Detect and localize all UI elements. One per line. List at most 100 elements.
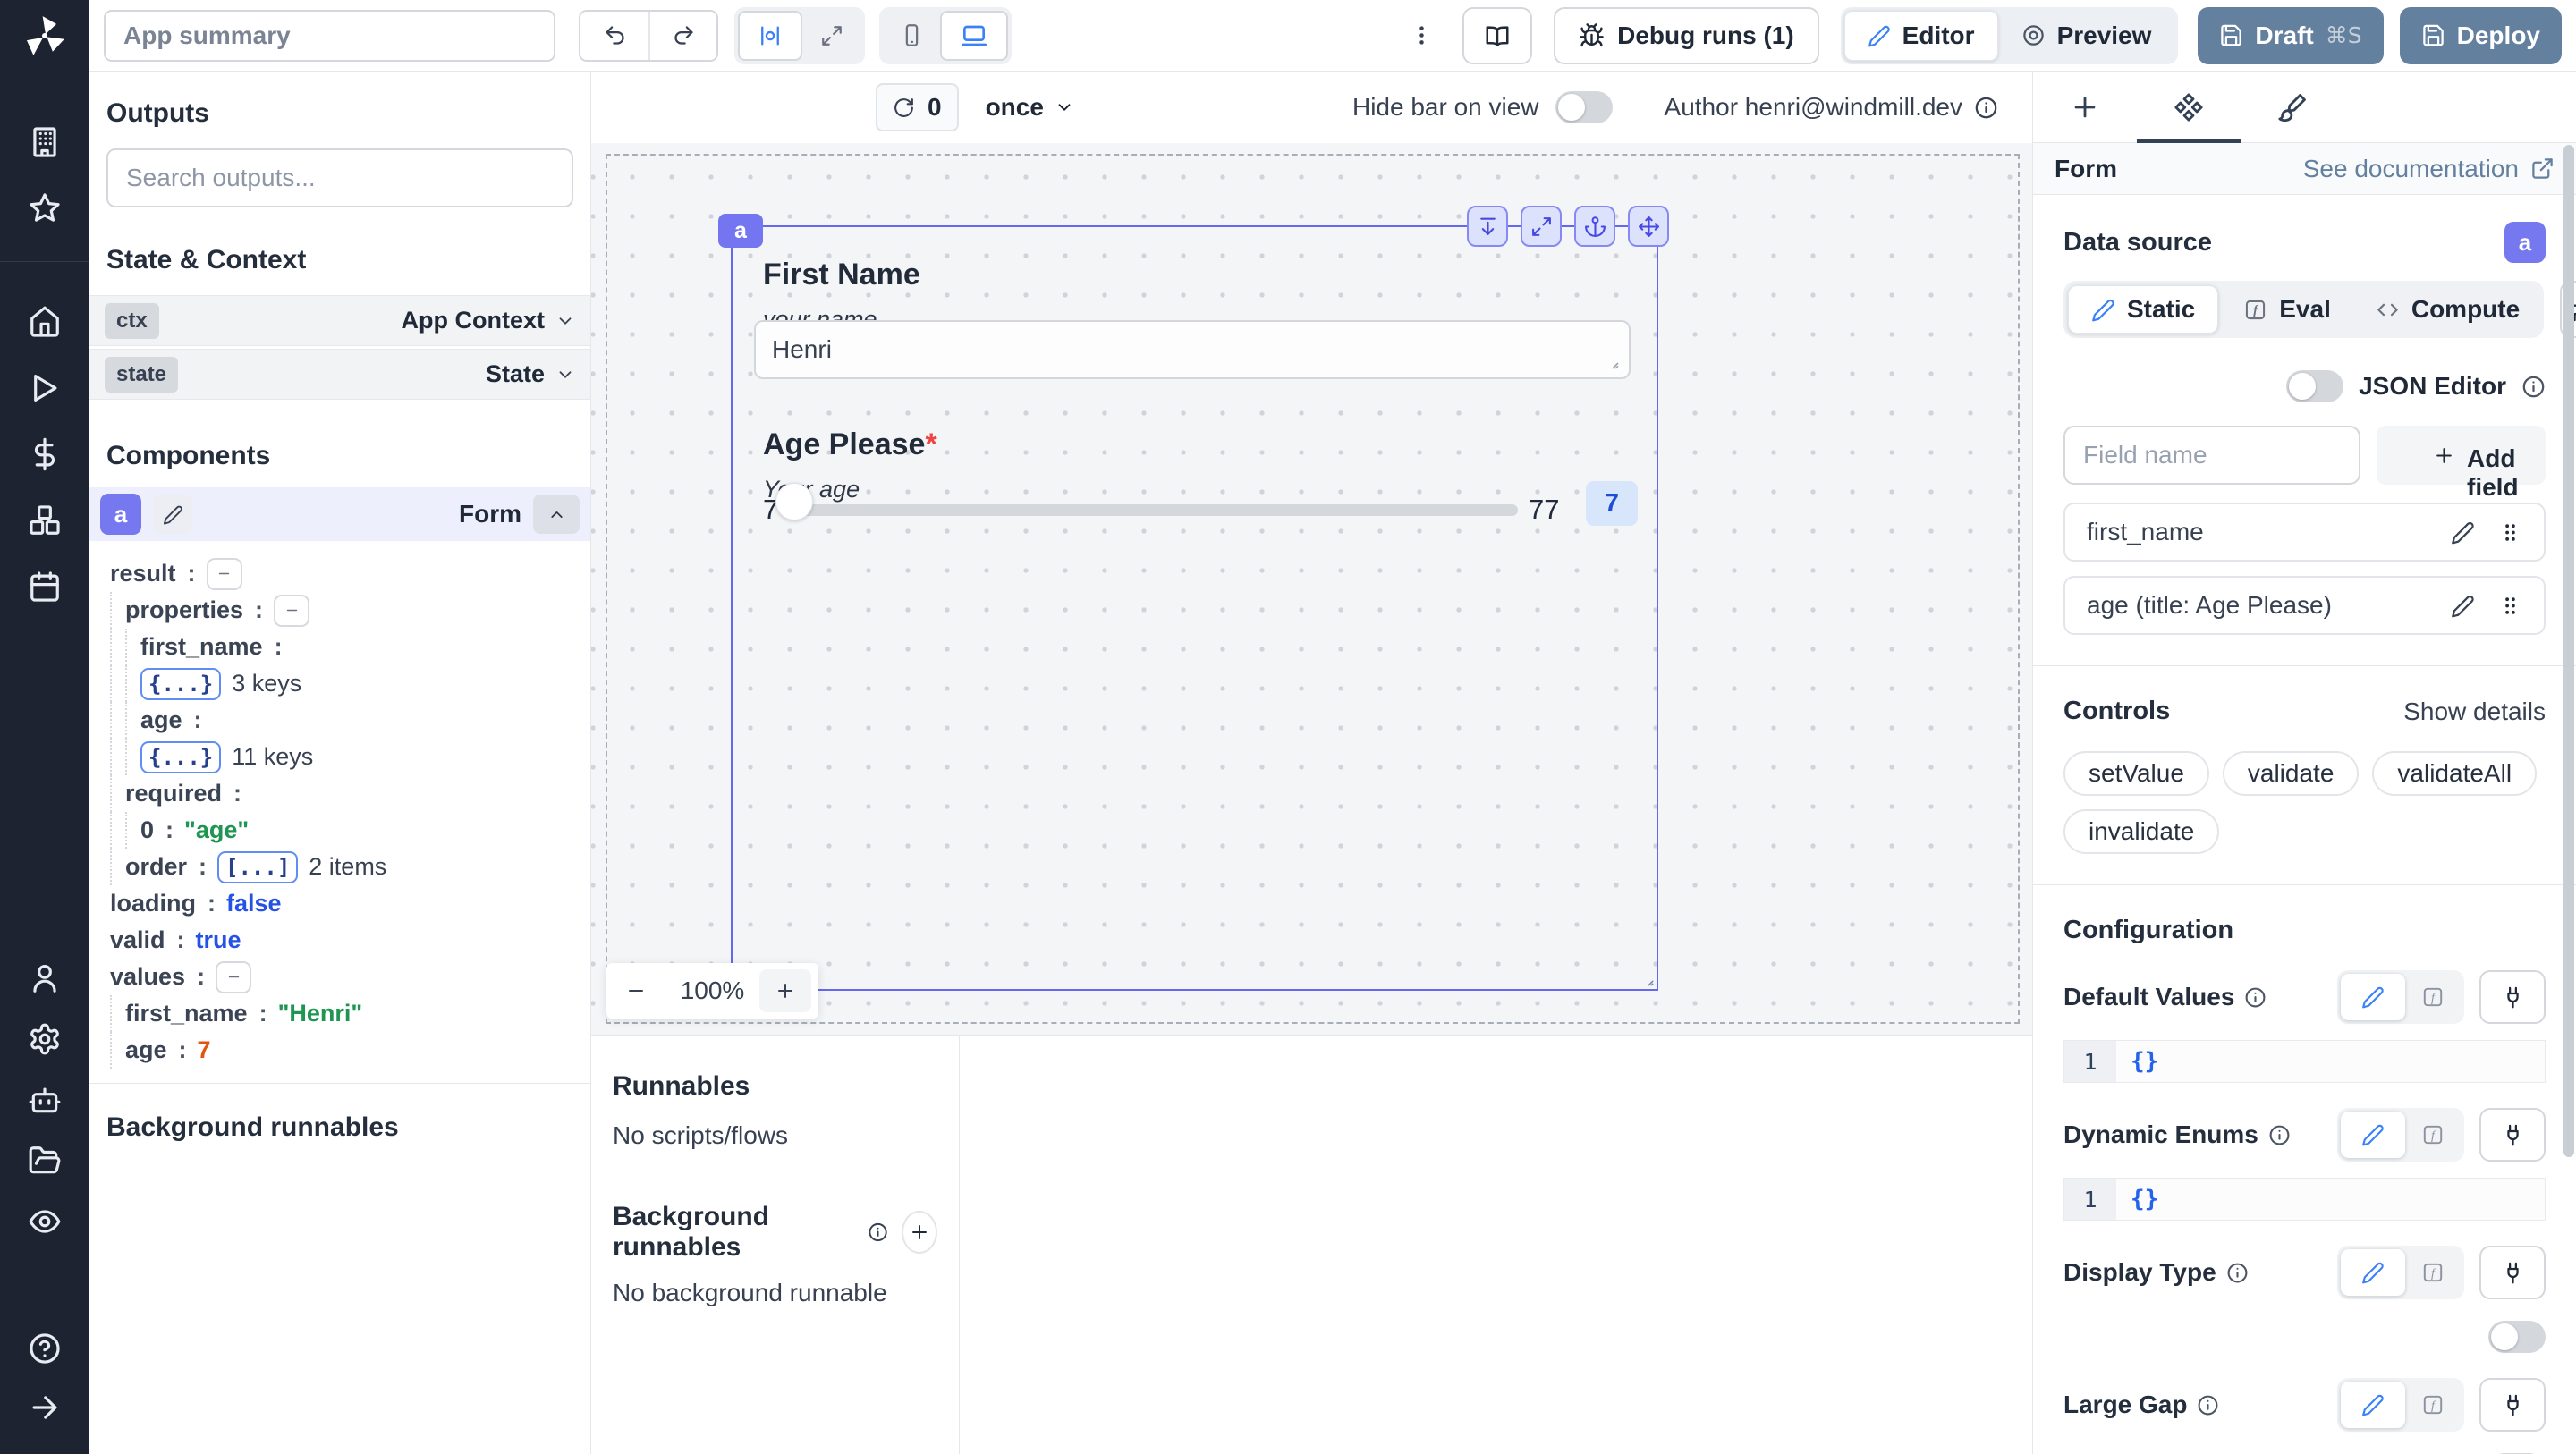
eval-mode-button[interactable]: f bbox=[2405, 1112, 2461, 1158]
audit-icon[interactable] bbox=[28, 1205, 62, 1238]
expand-button[interactable] bbox=[1521, 206, 1562, 247]
info-icon[interactable] bbox=[1974, 96, 1998, 120]
fill-height-button[interactable] bbox=[1467, 206, 1508, 247]
drag-handle-icon[interactable] bbox=[2498, 594, 2522, 618]
undo-button[interactable] bbox=[580, 11, 648, 60]
settings-icon[interactable] bbox=[28, 1022, 62, 1056]
component-row-form[interactable]: a Form bbox=[89, 487, 590, 541]
search-outputs-input[interactable] bbox=[106, 148, 573, 207]
eval-mode-button[interactable]: f bbox=[2405, 974, 2461, 1020]
tree-value-row[interactable]: {...} 3 keys bbox=[89, 665, 590, 702]
deploy-button[interactable]: Deploy bbox=[2399, 6, 2562, 64]
app-summary-input[interactable] bbox=[104, 9, 555, 62]
variables-icon[interactable] bbox=[28, 437, 62, 471]
docs-button[interactable] bbox=[1462, 6, 1533, 64]
eval-mode-button[interactable]: f bbox=[2405, 1382, 2461, 1428]
eval-mode-button[interactable]: f bbox=[2405, 1249, 2461, 1296]
tree-key-properties[interactable]: properties: bbox=[89, 592, 590, 629]
static-mode-button[interactable] bbox=[2341, 1382, 2405, 1428]
control-pill-setValue[interactable]: setValue bbox=[2063, 751, 2209, 796]
age-slider-thumb[interactable] bbox=[775, 483, 813, 520]
tree-key-loading[interactable]: loading: false bbox=[89, 885, 590, 922]
tab-insert-component[interactable] bbox=[2033, 72, 2137, 143]
connect-button[interactable] bbox=[2479, 1246, 2546, 1299]
tree-key-result[interactable]: result: bbox=[89, 555, 590, 592]
preview-tab[interactable]: Preview bbox=[1998, 11, 2175, 61]
tree-key-valid[interactable]: valid: true bbox=[89, 922, 590, 959]
full-width-button[interactable] bbox=[802, 11, 861, 61]
center-layout-button[interactable] bbox=[738, 10, 802, 61]
collapse-component-button[interactable] bbox=[533, 495, 580, 534]
add-field-button[interactable]: Add field bbox=[2377, 426, 2546, 501]
collapse-toggle-icon[interactable] bbox=[216, 960, 252, 993]
control-pill-validateAll[interactable]: validateAll bbox=[2372, 751, 2538, 796]
component-tag[interactable]: a bbox=[718, 214, 763, 248]
source-tab-compute[interactable]: Compute bbox=[2356, 285, 2539, 334]
control-pill-invalidate[interactable]: invalidate bbox=[2063, 809, 2220, 854]
folders-icon[interactable] bbox=[28, 1144, 62, 1178]
mobile-view-button[interactable] bbox=[883, 11, 940, 61]
tree-key-required[interactable]: required: bbox=[89, 775, 590, 812]
workspace-icon[interactable] bbox=[28, 125, 62, 159]
field-name-input[interactable] bbox=[2063, 426, 2360, 485]
connect-button[interactable] bbox=[2479, 1108, 2546, 1162]
info-icon[interactable] bbox=[2268, 1124, 2291, 1146]
info-icon[interactable] bbox=[868, 1220, 888, 1245]
control-pill-validate[interactable]: validate bbox=[2222, 751, 2360, 796]
run-mode-select[interactable]: once bbox=[986, 93, 1074, 122]
context-row-ctx[interactable]: ctx App Context bbox=[89, 295, 590, 346]
info-icon[interactable] bbox=[2197, 1394, 2219, 1416]
tree-value-row[interactable]: {...} 11 keys bbox=[89, 739, 590, 775]
resources-icon[interactable] bbox=[28, 503, 62, 537]
static-mode-button[interactable] bbox=[2341, 1249, 2405, 1296]
edit-field-button[interactable] bbox=[2451, 594, 2475, 618]
tab-component-settings[interactable] bbox=[2137, 72, 2241, 143]
collapse-toggle-icon[interactable] bbox=[274, 594, 310, 627]
workers-icon[interactable] bbox=[28, 1083, 62, 1117]
connect-button[interactable] bbox=[2479, 970, 2546, 1024]
age-slider-track[interactable] bbox=[790, 504, 1518, 516]
tab-styling[interactable] bbox=[2241, 72, 2344, 143]
textarea-resize-icon[interactable] bbox=[1602, 352, 1620, 370]
info-icon[interactable] bbox=[2521, 375, 2546, 399]
json-editor-toggle[interactable] bbox=[2286, 370, 2344, 402]
component-resize-handle[interactable] bbox=[1639, 971, 1655, 987]
form-component[interactable]: a First Name your name Age Please* Your … bbox=[718, 206, 1669, 991]
see-documentation-link[interactable]: See documentation bbox=[2303, 155, 2555, 183]
home-icon[interactable] bbox=[28, 305, 62, 339]
tree-key-values[interactable]: values: bbox=[89, 959, 590, 995]
windmill-logo-icon[interactable] bbox=[20, 11, 70, 61]
connect-button[interactable] bbox=[2479, 1378, 2546, 1432]
context-row-state[interactable]: state State bbox=[89, 349, 590, 400]
tree-key-0[interactable]: 0: "age" bbox=[89, 812, 590, 849]
help-icon[interactable] bbox=[28, 1331, 62, 1365]
tree-key-first_name[interactable]: first_name: "Henri" bbox=[89, 995, 590, 1032]
zoom-in-button[interactable] bbox=[759, 969, 811, 1012]
editor-tab[interactable]: Editor bbox=[1843, 10, 1998, 61]
more-menu-button[interactable] bbox=[1403, 18, 1439, 54]
add-background-runnable-button[interactable] bbox=[901, 1211, 938, 1254]
config-toggle[interactable] bbox=[2488, 1321, 2546, 1353]
schedules-icon[interactable] bbox=[28, 570, 62, 604]
schema-field-row[interactable]: age (title: Age Please) bbox=[2063, 576, 2546, 635]
move-button[interactable] bbox=[1628, 206, 1669, 247]
config-code-editor[interactable]: 1 {} bbox=[2063, 1040, 2546, 1083]
static-mode-button[interactable] bbox=[2341, 1112, 2405, 1158]
tree-object-chip[interactable]: {...} bbox=[140, 667, 222, 700]
collapse-rail-icon[interactable] bbox=[28, 1391, 62, 1424]
tree-key-order[interactable]: order: [...] 2 items bbox=[89, 849, 590, 885]
edit-field-button[interactable] bbox=[2451, 520, 2475, 545]
zoom-out-button[interactable] bbox=[606, 963, 665, 1019]
favorites-icon[interactable] bbox=[28, 191, 62, 225]
anchor-button[interactable] bbox=[1574, 206, 1615, 247]
first-name-input[interactable] bbox=[754, 320, 1631, 379]
component-id-badge[interactable]: a bbox=[2504, 222, 2546, 263]
rename-component-button[interactable] bbox=[153, 495, 192, 534]
desktop-view-button[interactable] bbox=[940, 10, 1008, 61]
info-icon[interactable] bbox=[2226, 1262, 2249, 1284]
refresh-count-button[interactable]: 0 bbox=[876, 83, 959, 131]
collapse-toggle-icon[interactable] bbox=[206, 557, 242, 590]
tree-key-age[interactable]: age:7 bbox=[89, 1032, 590, 1069]
show-details-link[interactable]: Show details bbox=[2403, 697, 2546, 726]
runs-icon[interactable] bbox=[28, 371, 62, 405]
